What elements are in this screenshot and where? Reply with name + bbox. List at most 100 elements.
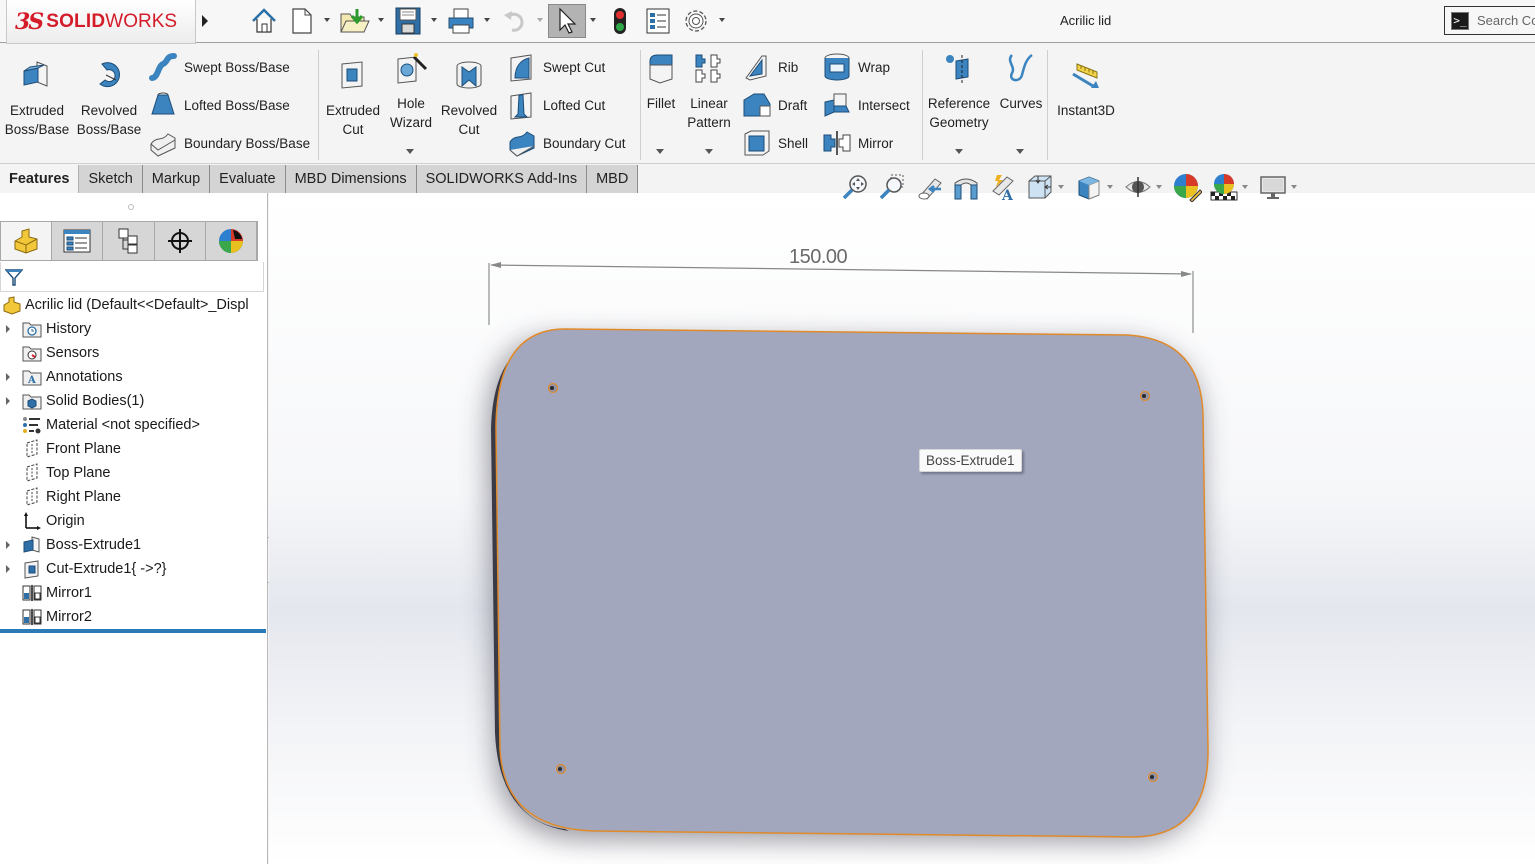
property-manager-tab[interactable] [52,222,104,260]
expand-arrow-icon[interactable] [6,541,10,549]
linear-pattern-dropdown[interactable] [705,149,713,154]
panel-grip[interactable] [128,204,134,210]
hide-show-items-dropdown[interactable] [1156,185,1162,189]
expand-arrow-icon[interactable] [6,397,10,405]
tree-item-boss-extrude1[interactable]: Boss-Extrude1 [0,533,266,557]
reference-geometry-button[interactable]: Reference Geometry [925,51,993,132]
tree-item-origin[interactable]: Origin [0,509,266,533]
tab-sketch[interactable]: Sketch [79,165,143,193]
fillet-button[interactable]: Fillet [642,51,680,113]
print-dropdown[interactable] [484,18,490,22]
tree-item-sensors[interactable]: Sensors [0,341,266,365]
part-face[interactable] [495,328,1209,838]
fillet-dropdown[interactable] [656,149,664,154]
tree-item-mirror1[interactable]: Mirror1 [0,581,266,605]
apply-scene-button[interactable] [1209,172,1239,202]
undo-dropdown[interactable] [537,18,543,22]
reference-geometry-dropdown[interactable] [955,149,963,154]
boundary-boss-base-button[interactable]: Boundary Boss/Base [148,128,310,158]
hole[interactable] [1139,390,1151,402]
save-button[interactable] [391,4,425,38]
draft-button[interactable]: Draft [742,90,807,120]
display-style-button[interactable] [1074,172,1104,202]
revolved-boss-base-button[interactable]: Revolved Boss/Base [76,58,142,139]
tab-markup[interactable]: Markup [142,165,211,193]
file-properties-button[interactable] [642,4,674,38]
undo-button[interactable] [499,4,529,38]
view-orientation-dropdown[interactable] [1058,185,1064,189]
tree-item-mirror2[interactable]: Mirror2 [0,605,266,629]
new-document-button[interactable] [288,4,316,38]
tab-features[interactable]: Features [0,165,80,193]
tab-solidworks-add-ins[interactable]: SOLIDWORKS Add-Ins [416,165,588,193]
previous-view-button[interactable] [914,172,944,202]
expand-arrow-icon[interactable] [6,373,10,381]
wrap-button[interactable]: Wrap [822,52,890,82]
apply-scene-dropdown[interactable] [1242,185,1248,189]
dynamic-annotation-views-button[interactable]: A [988,172,1018,202]
intersect-button[interactable]: Intersect [822,90,910,120]
hole[interactable] [555,763,567,775]
tree-item-solid-bodies[interactable]: Solid Bodies(1) [0,389,266,413]
hole-wizard-dropdown[interactable] [406,149,414,154]
tree-item-annotations[interactable]: A Annotations [0,365,266,389]
shell-button[interactable]: Shell [742,128,808,158]
hole[interactable] [547,382,559,394]
tab-mbd-dimensions[interactable]: MBD Dimensions [285,165,417,193]
extruded-boss-base-button[interactable]: Extruded Boss/Base [4,58,70,139]
expand-arrow-icon[interactable] [6,325,10,333]
select-button[interactable] [548,4,586,38]
dimension-150[interactable] [488,262,1194,333]
rebuild-button[interactable] [606,4,634,38]
open-dropdown[interactable] [378,18,384,22]
tree-filter[interactable] [0,262,264,292]
linear-pattern-button[interactable]: Linear Pattern [684,51,734,132]
curves-dropdown[interactable] [1016,149,1024,154]
tree-root-part[interactable]: Acrilic lid (Default<<Default>_Displ [0,293,266,317]
lofted-cut-button[interactable]: Lofted Cut [507,90,605,120]
dimxpert-manager-tab[interactable] [155,222,206,260]
hole-wizard-button[interactable]: Hole Wizard [384,51,438,132]
extruded-cut-button[interactable]: Extruded Cut [322,58,384,139]
swept-boss-base-button[interactable]: Swept Boss/Base [148,52,290,82]
hole[interactable] [1147,771,1159,783]
tree-item-material[interactable]: Material <not specified> [0,413,266,437]
expand-menu-icon[interactable] [200,12,210,30]
tree-item-right-plane[interactable]: Right Plane [0,485,266,509]
view-settings-button[interactable] [1258,172,1288,202]
tree-item-cut-extrude1[interactable]: Cut-Extrude1{ ->?} [0,557,266,581]
options-dropdown[interactable] [719,18,725,22]
lofted-boss-base-button[interactable]: Lofted Boss/Base [148,90,290,120]
hide-show-items-button[interactable] [1123,172,1153,202]
display-manager-tab[interactable] [206,222,258,260]
open-button[interactable] [336,4,374,38]
revolved-cut-button[interactable]: Revolved Cut [438,58,500,139]
model-viewport[interactable] [269,193,1535,864]
save-dropdown[interactable] [431,18,437,22]
rib-button[interactable]: Rib [742,52,798,82]
mirror-button[interactable]: Mirror [822,128,893,158]
section-view-button[interactable] [951,172,981,202]
zoom-to-area-button[interactable] [877,172,907,202]
home-button[interactable] [247,4,281,38]
swept-cut-button[interactable]: Swept Cut [507,52,605,82]
instant3d-button[interactable]: Instant3D [1052,58,1120,120]
display-style-dropdown[interactable] [1107,185,1113,189]
configuration-manager-tab[interactable] [103,222,155,260]
options-button[interactable] [680,4,712,38]
curves-button[interactable]: Curves [997,51,1045,113]
rollback-bar[interactable] [0,629,266,633]
edit-appearance-button[interactable] [1172,172,1202,202]
tab-mbd[interactable]: MBD [587,165,639,193]
tree-item-history[interactable]: History [0,317,266,341]
solidworks-logo[interactable]: 3S SOLID WORKS [6,0,196,44]
tree-item-top-plane[interactable]: Top Plane [0,461,266,485]
view-orientation-button[interactable] [1025,172,1055,202]
select-dropdown[interactable] [590,18,596,22]
boundary-cut-button[interactable]: Boundary Cut [507,128,626,158]
tree-item-front-plane[interactable]: Front Plane [0,437,266,461]
feature-manager-tab[interactable] [1,222,53,260]
view-settings-dropdown[interactable] [1291,185,1297,189]
expand-arrow-icon[interactable] [6,565,10,573]
graphics-area[interactable]: 150.00 Boss-Extrude1 [269,193,1535,864]
